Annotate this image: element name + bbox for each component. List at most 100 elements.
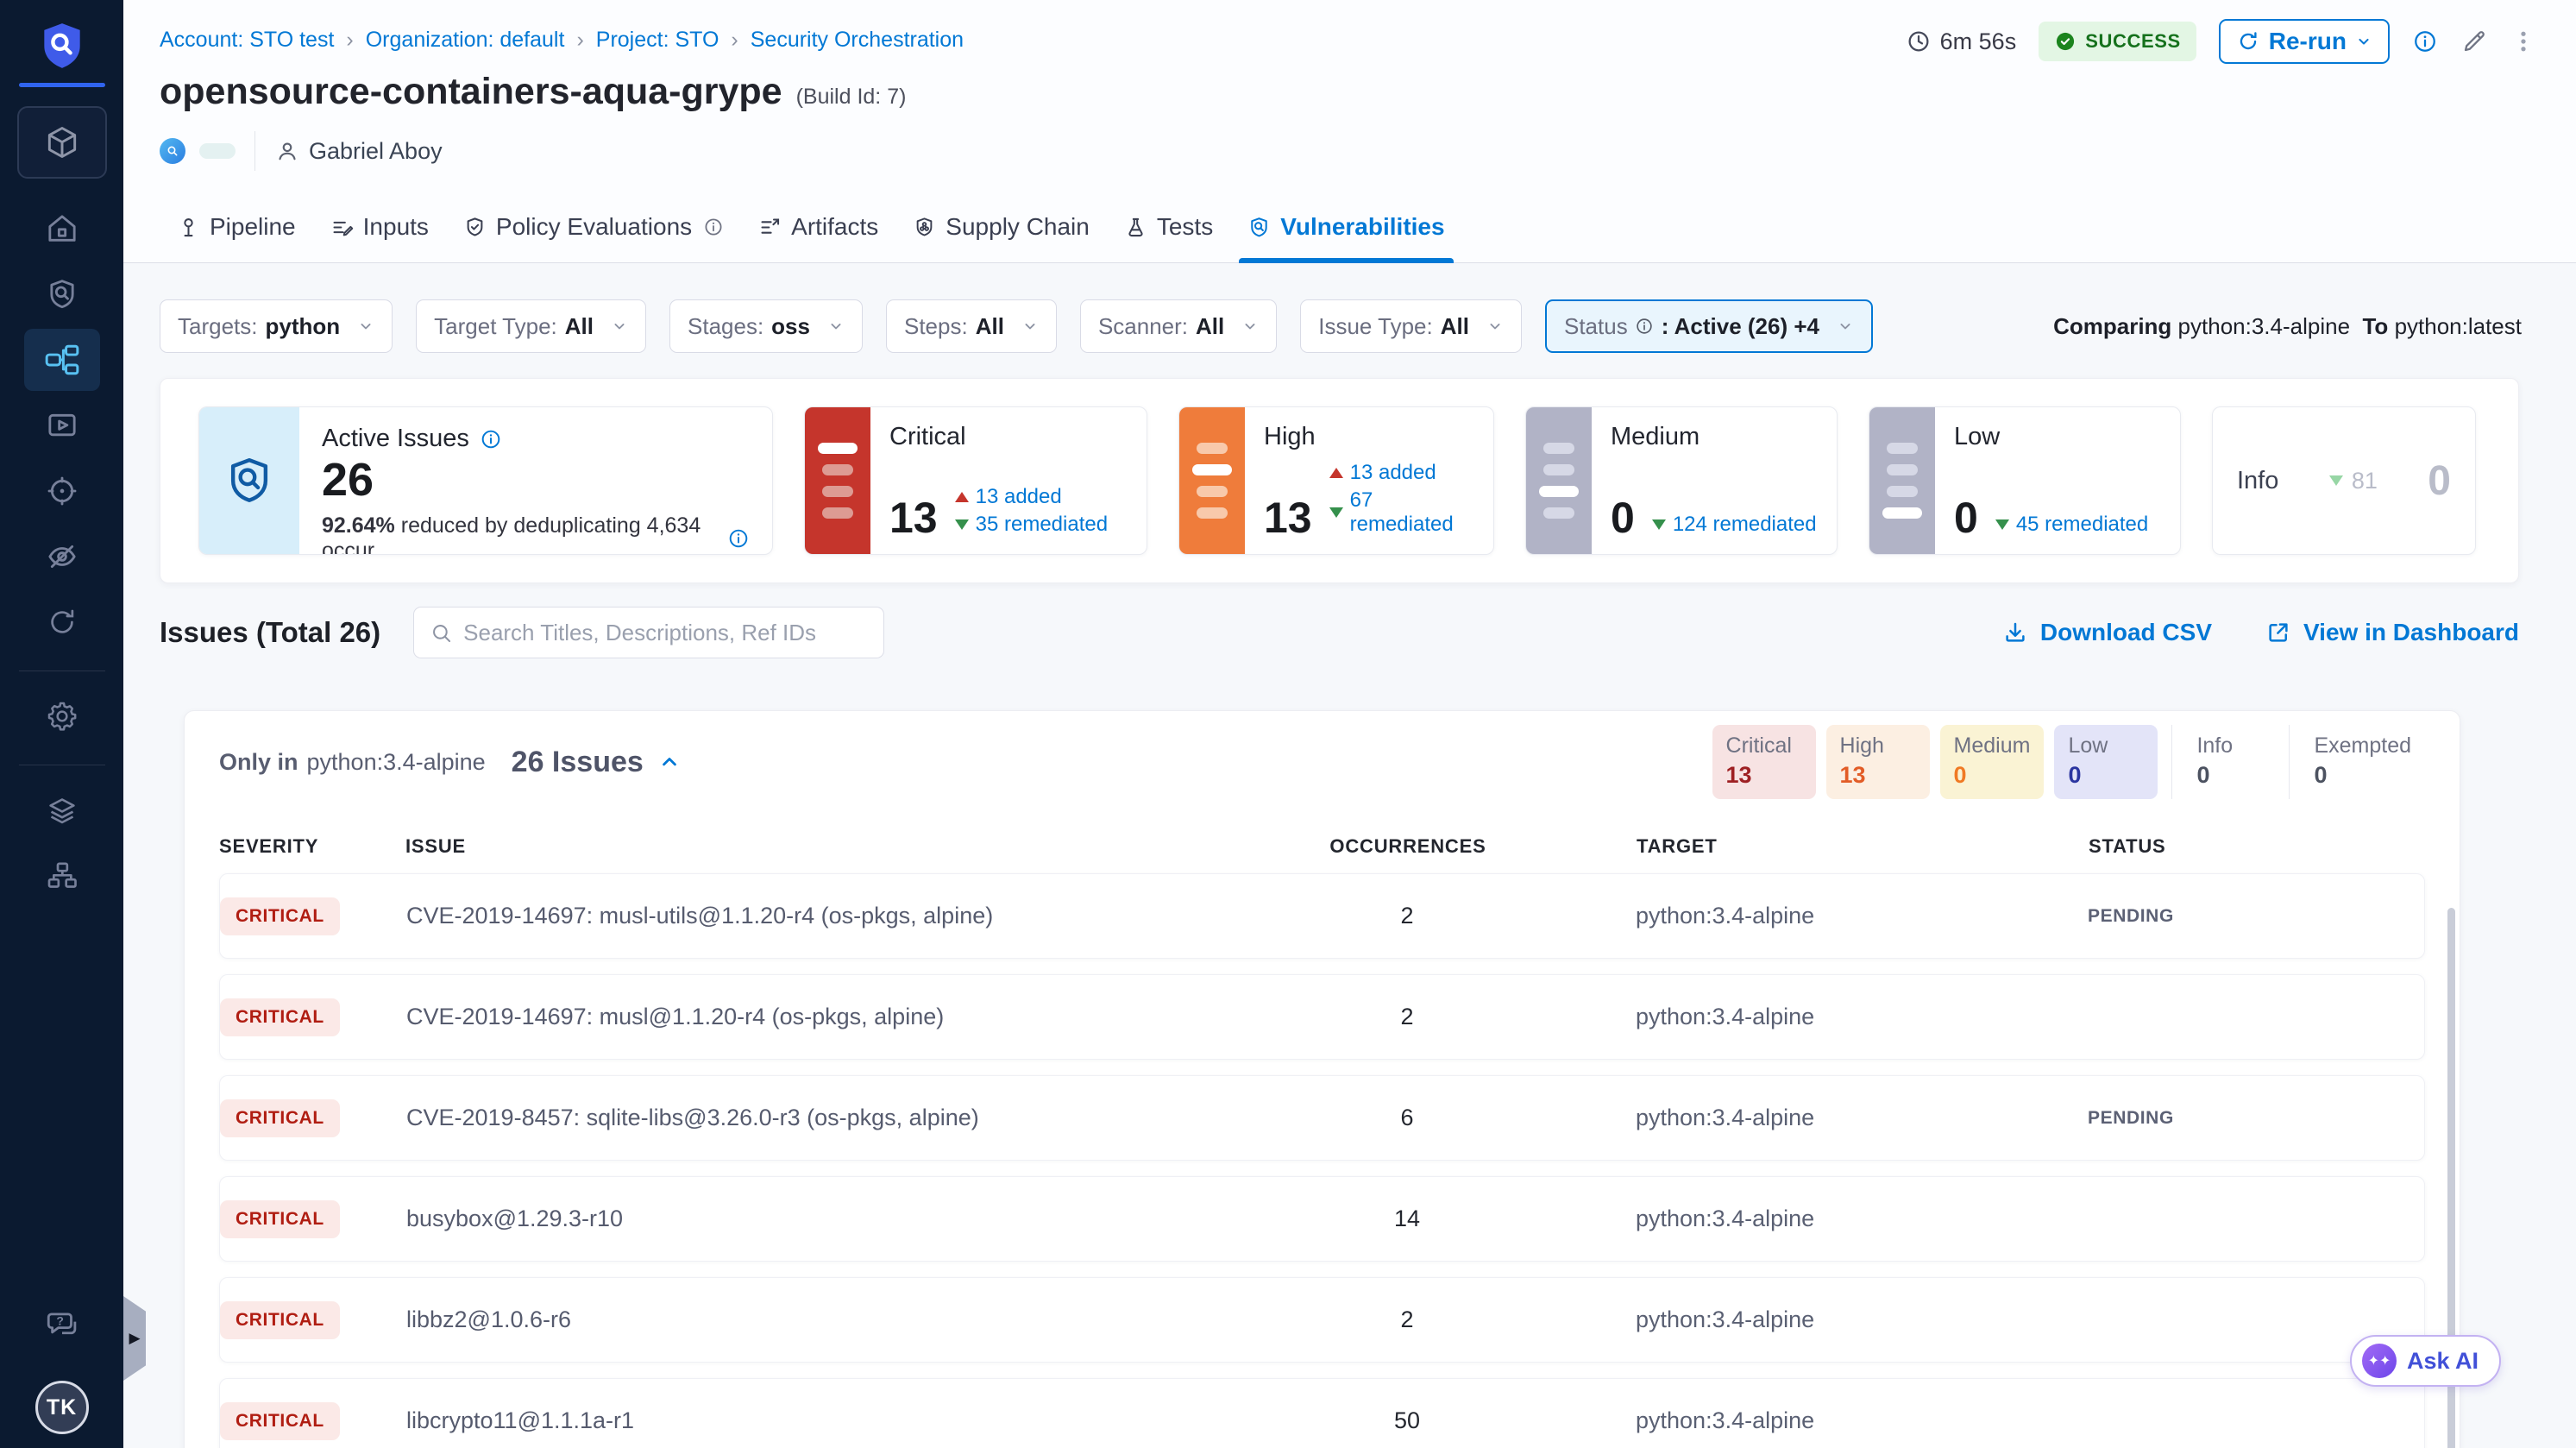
vulnerabilities-content: Targets:python Target Type:All Stages:os… [123,263,2576,1448]
remediated-delta[interactable]: 35 remediated [955,513,1108,537]
filter-steps[interactable]: Steps:All [886,299,1057,353]
remediated-delta[interactable]: 67 remediated [1329,488,1474,537]
table-row[interactable]: CRITICAL CVE-2019-8457: sqlite-libs@3.26… [219,1075,2425,1161]
triangle-up-icon [1329,468,1343,478]
chevron-down-icon [611,318,628,335]
added-delta[interactable]: 13 added [1329,461,1474,485]
module-selector-button[interactable] [17,106,107,179]
artifacts-icon [758,216,782,239]
severity-badge: CRITICAL [220,998,340,1036]
breadcrumb-account[interactable]: Account: STO test [160,28,334,53]
help-chat-icon: ? [44,1307,80,1344]
group-prefix: Only in [219,749,298,776]
nav-divider [19,670,105,671]
issue-title[interactable]: busybox@1.29.3-r10 [406,1206,1269,1232]
filter-status[interactable]: Status : Active (26) +4 [1545,299,1873,353]
filter-scanner[interactable]: Scanner:All [1080,299,1277,353]
info-icon[interactable] [2412,28,2438,54]
filter-targets[interactable]: Targets:python [160,299,393,353]
chip-medium[interactable]: Medium0 [1940,725,2045,799]
issues-search[interactable] [413,607,884,658]
low-card[interactable]: Low 0 45 remediated [1869,406,2181,555]
tab-pipeline[interactable]: Pipeline [160,213,313,263]
active-issues-title: Active Issues [322,425,469,453]
chip-critical[interactable]: Critical13 [1712,725,1816,799]
sidebar-item-home[interactable] [24,198,100,260]
pipeline-pin-icon [177,216,200,239]
external-link-icon [2265,620,2291,645]
issue-title[interactable]: libcrypto11@1.1.1a-r1 [406,1407,1269,1434]
sidebar-item-organizations[interactable] [24,845,100,907]
breadcrumb-module[interactable]: Security Orchestration [719,28,964,53]
table-row[interactable]: CRITICAL CVE-2019-14697: musl-utils@1.1.… [219,873,2425,959]
sidebar-item-executions[interactable] [24,394,100,456]
chip-low[interactable]: Low0 [2054,725,2158,799]
tab-artifacts[interactable]: Artifacts [741,213,895,263]
sidebar-item-account-resources[interactable] [24,779,100,841]
remediated-delta[interactable]: 124 remediated [1652,513,1817,537]
sidebar-item-targets[interactable] [24,460,100,522]
kebab-menu-icon[interactable] [2510,28,2536,54]
chevron-down-icon [357,318,374,335]
dedup-note: 92.64% reduced by deduplicating 4,634 oc… [322,513,750,555]
severity-level-icon [1526,407,1592,554]
table-row[interactable]: CRITICAL busybox@1.29.3-r10 14 python:3.… [219,1176,2425,1262]
chevron-down-icon [1486,318,1504,335]
info-card[interactable]: Info 81 0 [2212,406,2476,555]
sidebar-item-exclusions[interactable] [24,526,100,588]
tab-vulnerabilities[interactable]: Vulnerabilities [1230,213,1461,263]
severity-badge: CRITICAL [220,1200,340,1238]
tab-policy-evaluations[interactable]: Policy Evaluations [446,213,741,263]
filter-issue-type[interactable]: Issue Type:All [1300,299,1522,353]
issue-title[interactable]: libbz2@1.0.6-r6 [406,1306,1269,1333]
info-icon[interactable] [703,217,724,237]
view-in-dashboard-button[interactable]: View in Dashboard [2265,619,2519,646]
rerun-button[interactable]: Re-run [2219,19,2390,64]
tab-supply-chain[interactable]: Supply Chain [895,213,1107,263]
sidebar-item-settings[interactable] [24,685,100,747]
breadcrumb-project[interactable]: Project: STO [564,28,719,53]
tab-tests[interactable]: Tests [1107,213,1230,263]
issue-title[interactable]: CVE-2019-14697: musl@1.1.20-r4 (os-pkgs,… [406,1004,1269,1030]
flask-icon [1124,216,1147,239]
chip-info[interactable]: Info0 [2171,725,2275,799]
sidebar-item-help[interactable]: ? [24,1294,100,1357]
occurrences-value: 50 [1269,1407,1545,1434]
info-icon[interactable] [727,527,750,550]
sidebar-item-getting-started[interactable] [24,591,100,653]
search-input[interactable] [463,620,868,646]
table-row[interactable]: CRITICAL libbz2@1.0.6-r6 2 python:3.4-al… [219,1277,2425,1363]
tab-inputs[interactable]: Inputs [313,213,446,263]
filter-stages[interactable]: Stages:oss [669,299,863,353]
medium-card[interactable]: Medium 0 124 remediated [1525,406,1838,555]
table-row[interactable]: CRITICAL libcrypto11@1.1.1a-r1 50 python… [219,1378,2425,1448]
occurrences-value: 6 [1269,1105,1545,1131]
filter-target-type[interactable]: Target Type:All [416,299,646,353]
info-icon[interactable] [480,428,502,450]
chip-high[interactable]: High13 [1826,725,1930,799]
download-csv-button[interactable]: Download CSV [2002,619,2212,646]
left-nav-sidebar: ? TK [0,0,123,1448]
collapse-chevron-up-icon[interactable] [657,750,682,774]
added-delta[interactable]: 13 added [955,485,1108,509]
edit-pencil-icon[interactable] [2460,28,2488,55]
sto-shield-logo-icon[interactable] [35,19,89,72]
build-id-label: (Build Id: 7) [796,85,907,110]
issue-title[interactable]: CVE-2019-8457: sqlite-libs@3.26.0-r3 (os… [406,1105,1269,1131]
issue-title[interactable]: CVE-2019-14697: musl-utils@1.1.20-r4 (os… [406,903,1269,929]
triangle-down-icon [1652,519,1666,530]
remediated-delta[interactable]: 45 remediated [1995,513,2148,537]
ask-ai-button[interactable]: ✦✦ Ask AI [2350,1335,2501,1387]
critical-card[interactable]: Critical 13 13 added 35 remediated [804,406,1147,555]
severity-level-icon [805,407,870,554]
chip-exempted[interactable]: Exempted0 [2289,725,2425,799]
breadcrumb-organization[interactable]: Organization: default [334,28,564,53]
right-arrow-icon: ▶ [129,1330,140,1347]
sidebar-item-scans[interactable] [24,263,100,325]
info-count: 0 [2428,457,2451,505]
user-avatar[interactable]: TK [35,1381,89,1434]
table-row[interactable]: CRITICAL CVE-2019-14697: musl@1.1.20-r4 … [219,974,2425,1060]
active-issues-card[interactable]: Active Issues 26 92.64% reduced by dedup… [198,406,773,555]
high-card[interactable]: High 13 13 added 67 remediated [1178,406,1494,555]
sidebar-item-pipelines[interactable] [24,329,100,391]
